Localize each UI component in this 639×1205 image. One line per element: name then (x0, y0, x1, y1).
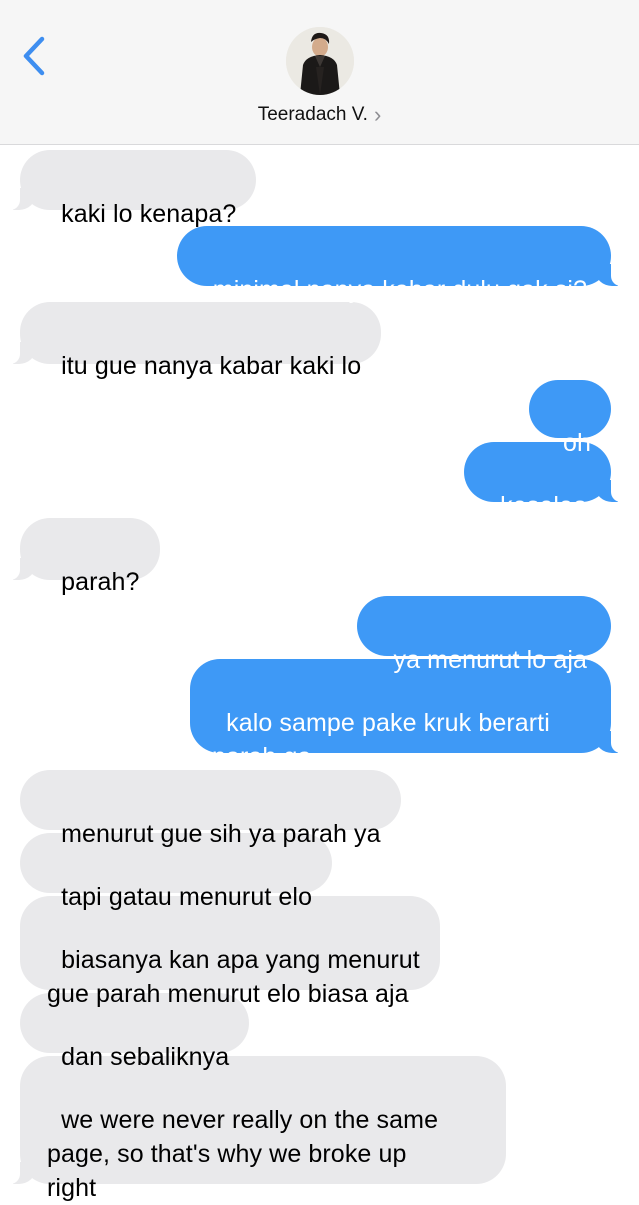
message-text: kalo sampe pake kruk berarti parah ga (212, 709, 550, 771)
message-text: biasanya kan apa yang menurut gue parah … (47, 946, 420, 1008)
message-text: minimal nanya kabar dulu gak si? (212, 276, 587, 304)
message-text: tapi gatau menurut elo (61, 883, 313, 911)
message-text: itu gue nanya kabar kaki lo (61, 352, 362, 380)
message-bubble-received[interactable]: kaki lo kenapa? (9, 150, 257, 228)
message-bubble-received[interactable]: we were never really on the same page, s… (10, 1056, 506, 1202)
message-text: dan sebaliknya (61, 1043, 230, 1071)
chevron-right-icon: › (373, 102, 382, 127)
contact-name-button[interactable]: Teeradach V. › (0, 100, 639, 130)
contact-avatar[interactable] (286, 27, 354, 95)
message-text: parah? (61, 568, 140, 596)
message-bubble-received[interactable]: menurut gue sih ya parah ya (20, 770, 401, 848)
message-text: we were never really on the same page, s… (47, 1106, 439, 1202)
message-bubble-received[interactable]: itu gue nanya kabar kaki lo (9, 302, 382, 380)
message-text: oh (562, 429, 591, 457)
conversation-header: Teeradach V. › (0, 0, 639, 145)
back-button[interactable] (14, 30, 54, 82)
message-text: menurut gue sih ya parah ya (61, 820, 381, 848)
message-bubble-sent[interactable]: ya menurut lo aja (357, 596, 611, 674)
contact-name: Teeradach V. (257, 104, 368, 125)
message-text: kaki lo kenapa? (61, 200, 237, 228)
chevron-left-icon (23, 36, 45, 76)
message-text: keseleo (500, 492, 587, 520)
message-text: ya menurut lo aja (393, 646, 587, 674)
message-bubble-received[interactable]: parah? (10, 518, 160, 596)
message-bubble-sent[interactable]: oh (528, 380, 611, 457)
message-bubble-sent[interactable]: minimal nanya kabar dulu gak si? (176, 226, 622, 304)
